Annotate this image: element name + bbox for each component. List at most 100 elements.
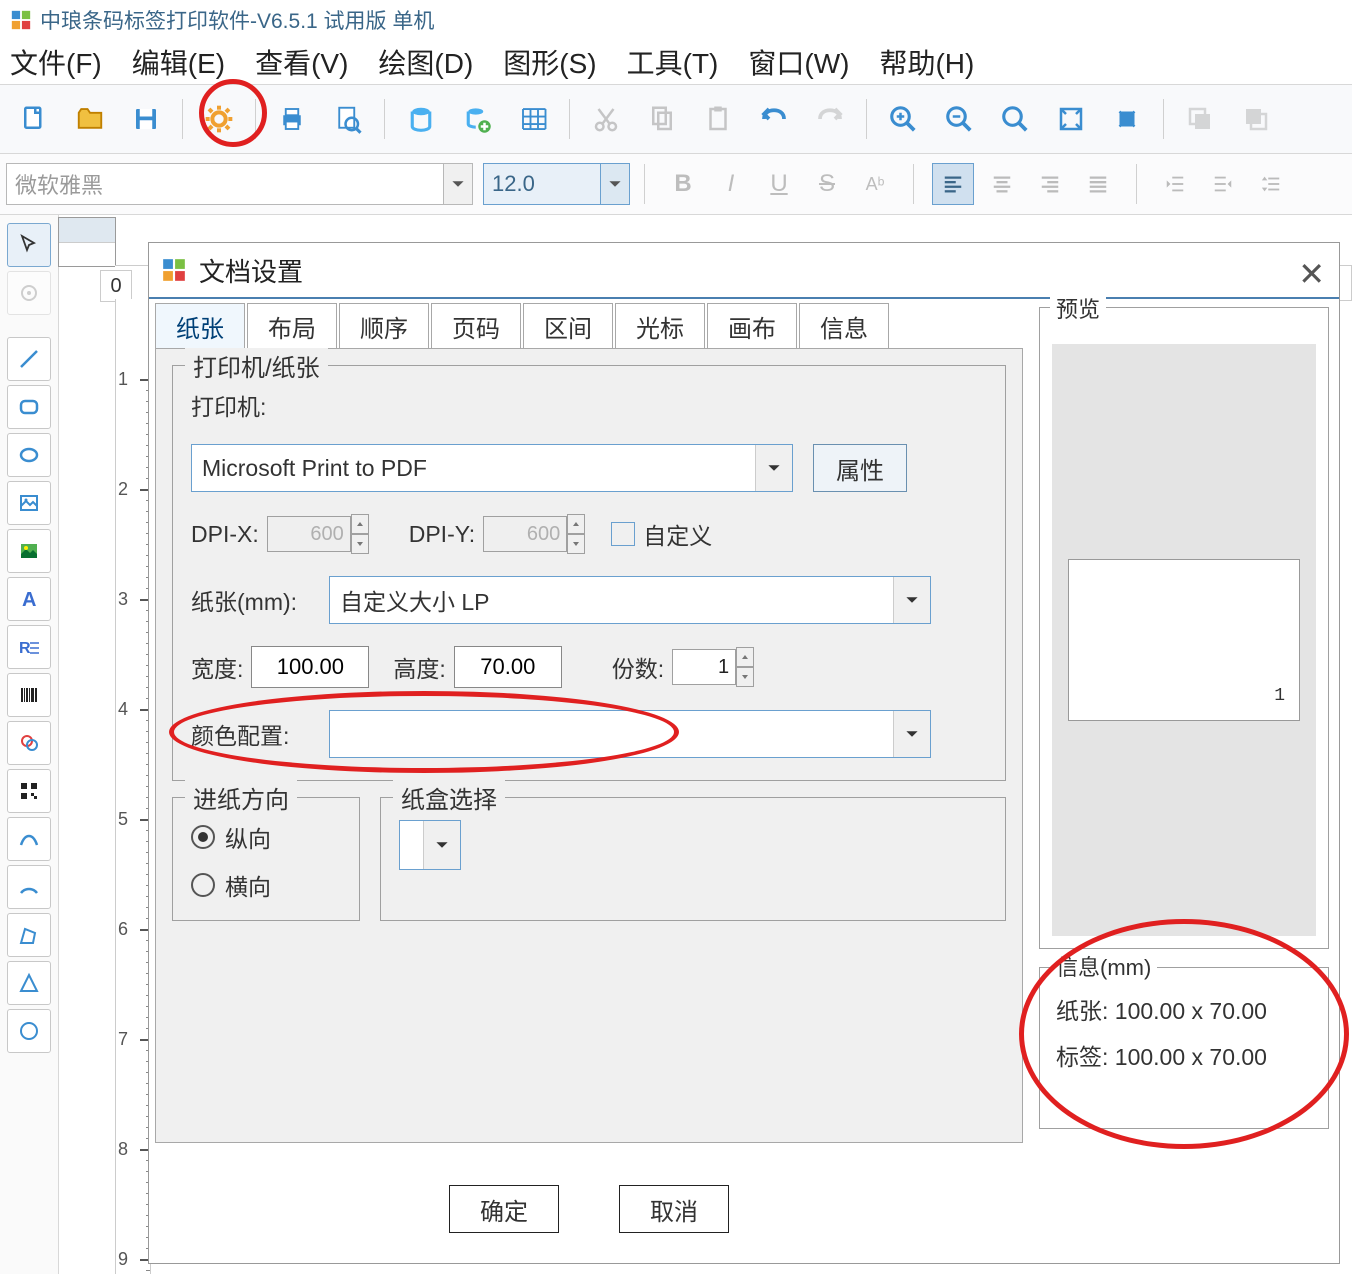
pan-tool[interactable] xyxy=(7,271,51,315)
colorcfg-combo[interactable] xyxy=(329,710,931,758)
format-toolbar: 微软雅黑 12.0 B I U S Aᵇ xyxy=(0,154,1352,215)
tab-canvas[interactable]: 画布 xyxy=(707,303,797,349)
dpix-input[interactable] xyxy=(267,516,351,552)
dpiy-spinner[interactable] xyxy=(483,514,585,554)
landscape-radio[interactable] xyxy=(191,873,215,897)
database-add-button[interactable] xyxy=(453,95,501,143)
font-name-dropdown[interactable] xyxy=(444,163,473,205)
line-tool[interactable] xyxy=(7,337,51,381)
ok-button[interactable]: 确定 xyxy=(449,1185,559,1233)
printer-combo[interactable]: Microsoft Print to PDF xyxy=(191,444,793,492)
richtext-tool[interactable]: R xyxy=(7,625,51,669)
superscript-button[interactable]: Aᵇ xyxy=(855,164,895,204)
align-justify-button[interactable] xyxy=(1078,164,1118,204)
doc-subwindow[interactable] xyxy=(58,217,116,267)
grid-button[interactable] xyxy=(509,95,557,143)
paste-button[interactable] xyxy=(694,95,742,143)
doc-settings-button[interactable] xyxy=(195,95,243,143)
vector-import-tool[interactable] xyxy=(7,721,51,765)
image-tool[interactable] xyxy=(7,481,51,525)
print-button[interactable] xyxy=(268,95,316,143)
polygon-tool[interactable] xyxy=(7,913,51,957)
bring-front-button[interactable] xyxy=(1176,95,1224,143)
menu-draw[interactable]: 绘图(D) xyxy=(374,38,477,86)
picture-tool[interactable] xyxy=(7,529,51,573)
pointer-tool[interactable] xyxy=(7,223,51,267)
copies-up[interactable] xyxy=(736,647,754,667)
menu-edit[interactable]: 编辑(E) xyxy=(128,38,229,86)
menu-file[interactable]: 文件(F) xyxy=(6,38,106,86)
dpiy-input[interactable] xyxy=(483,516,567,552)
font-name-combo[interactable]: 微软雅黑 xyxy=(6,163,444,205)
dialog-close-button[interactable]: ✕ xyxy=(1298,255,1325,293)
zoom-out-button[interactable] xyxy=(935,95,983,143)
triangle-tool[interactable] xyxy=(7,961,51,1005)
dpiy-down[interactable] xyxy=(567,534,585,554)
tab-range[interactable]: 区间 xyxy=(523,303,613,349)
dpix-up[interactable] xyxy=(351,514,369,534)
fit-page-button[interactable] xyxy=(1047,95,1095,143)
portrait-radio[interactable] xyxy=(191,825,215,849)
cancel-button[interactable]: 取消 xyxy=(619,1185,729,1233)
printer-properties-button[interactable]: 属性 xyxy=(813,444,907,492)
copies-input[interactable] xyxy=(672,649,736,685)
align-right-button[interactable] xyxy=(1030,164,1070,204)
copies-down[interactable] xyxy=(736,667,754,687)
tab-info[interactable]: 信息 xyxy=(799,303,889,349)
menu-help[interactable]: 帮助(H) xyxy=(875,38,978,86)
align-left-button[interactable] xyxy=(932,163,974,205)
menu-window[interactable]: 窗口(W) xyxy=(744,38,853,86)
tab-layout[interactable]: 布局 xyxy=(247,303,337,349)
text-tool[interactable]: A xyxy=(7,577,51,621)
barcode-tool[interactable] xyxy=(7,673,51,717)
tab-order[interactable]: 顺序 xyxy=(339,303,429,349)
italic-button[interactable]: I xyxy=(711,164,751,204)
database-button[interactable] xyxy=(397,95,445,143)
strike-button[interactable]: S xyxy=(807,164,847,204)
tray-combo[interactable] xyxy=(399,820,461,870)
width-input[interactable] xyxy=(251,646,369,688)
undo-button[interactable] xyxy=(750,95,798,143)
fit-width-button[interactable] xyxy=(1103,95,1151,143)
custom-dpi-label: 自定义 xyxy=(643,517,712,551)
copy-button[interactable] xyxy=(638,95,686,143)
zoom-in-button[interactable] xyxy=(879,95,927,143)
font-size-combo[interactable]: 12.0 xyxy=(483,163,601,205)
align-center-button[interactable] xyxy=(982,164,1022,204)
roundrect-tool[interactable] xyxy=(7,385,51,429)
tab-paper[interactable]: 纸张 xyxy=(155,303,245,349)
copies-spinner[interactable] xyxy=(672,647,754,687)
menu-tools[interactable]: 工具(T) xyxy=(623,38,723,86)
new-doc-button[interactable] xyxy=(10,95,58,143)
height-input[interactable] xyxy=(454,646,562,688)
zoom-actual-button[interactable] xyxy=(991,95,1039,143)
font-size-dropdown[interactable] xyxy=(601,163,630,205)
custom-dpi-checkbox[interactable] xyxy=(611,522,635,546)
menu-shape[interactable]: 图形(S) xyxy=(499,38,600,86)
redo-button[interactable] xyxy=(806,95,854,143)
open-doc-button[interactable] xyxy=(66,95,114,143)
menu-view[interactable]: 查看(V) xyxy=(251,38,352,86)
underline-button[interactable]: U xyxy=(759,164,799,204)
qrcode-tool[interactable] xyxy=(7,769,51,813)
save-button[interactable] xyxy=(122,95,170,143)
send-back-button[interactable] xyxy=(1232,95,1280,143)
arc-tool[interactable] xyxy=(7,865,51,909)
tab-cursor[interactable]: 光标 xyxy=(615,303,705,349)
indent-right-button[interactable] xyxy=(1203,164,1243,204)
dpix-spinner[interactable] xyxy=(267,514,369,554)
tab-pageno[interactable]: 页码 xyxy=(431,303,521,349)
curve-tool[interactable] xyxy=(7,817,51,861)
bold-button[interactable]: B xyxy=(663,164,703,204)
indent-left-button[interactable] xyxy=(1155,164,1195,204)
line-spacing-button[interactable] xyxy=(1251,164,1291,204)
dpix-down[interactable] xyxy=(351,534,369,554)
ellipse-tool[interactable] xyxy=(7,433,51,477)
print-preview-button[interactable] xyxy=(324,95,372,143)
cut-button[interactable] xyxy=(582,95,630,143)
printer-dropdown-icon xyxy=(755,445,792,491)
dpiy-up[interactable] xyxy=(567,514,585,534)
circle-tool[interactable] xyxy=(7,1009,51,1053)
printer-value: Microsoft Print to PDF xyxy=(192,455,755,482)
paper-size-combo[interactable]: 自定义大小 LP xyxy=(329,576,931,624)
